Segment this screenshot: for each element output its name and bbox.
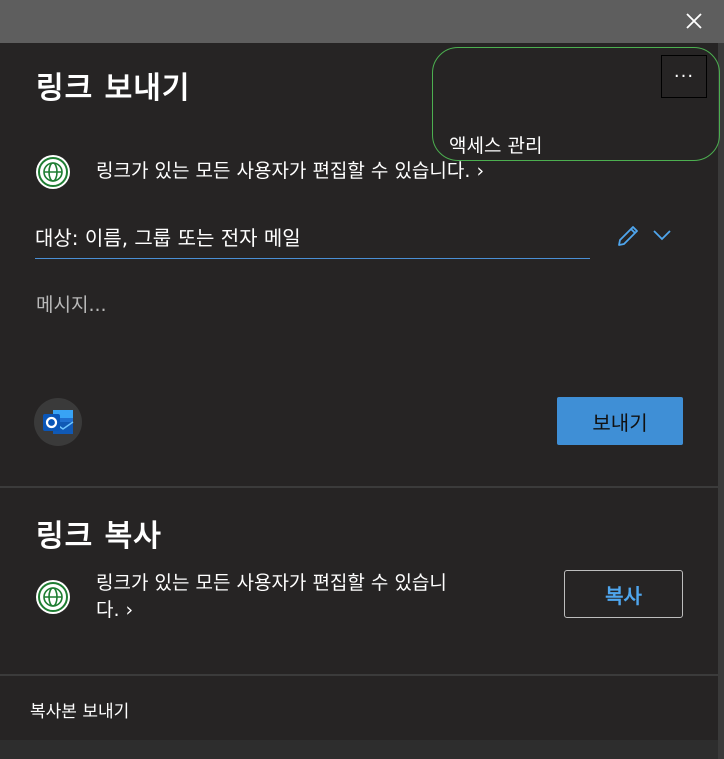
close-button[interactable] [680,7,708,35]
chevron-down-icon [653,230,671,241]
copy-link-permission-line2: 다. › [96,599,134,621]
more-options-button[interactable]: ··· [661,55,707,98]
window-edge [718,43,724,759]
copy-link-permission-line1: 링크가 있는 모든 사용자가 편집할 수 있습니 [96,572,447,594]
footer-divider [0,674,718,676]
copy-link-permission[interactable]: 링크가 있는 모든 사용자가 편집할 수 있습니 다. › [96,570,546,624]
section-divider [0,486,718,488]
window-bottom-edge [0,740,718,759]
send-link-permission[interactable]: 링크가 있는 모든 사용자가 편집할 수 있습니다. › [96,158,566,185]
dialog-titlebar [0,0,724,43]
globe-icon [36,580,70,614]
send-button[interactable]: 보내기 [557,397,683,445]
copy-link-title: 링크 복사 [36,519,162,554]
recipient-placeholder: 대상: 이름, 그룹 또는 전자 메일 [35,226,301,250]
send-copy-link[interactable]: 복사본 보내기 [30,697,129,722]
pencil-icon [618,226,638,246]
recipient-input[interactable]: 대상: 이름, 그룹 또는 전자 메일 [35,218,590,259]
manage-access-label[interactable]: 액세스 관리 [449,131,542,158]
globe-icon [36,155,70,189]
edit-permission-button[interactable] [614,222,642,250]
outlook-icon[interactable] [34,398,82,446]
permission-dropdown-button[interactable] [650,224,674,246]
close-icon [686,13,702,29]
copy-button[interactable]: 복사 [564,570,683,618]
message-input[interactable]: 메시지... [36,290,107,317]
send-link-title: 링크 보내기 [36,71,191,106]
